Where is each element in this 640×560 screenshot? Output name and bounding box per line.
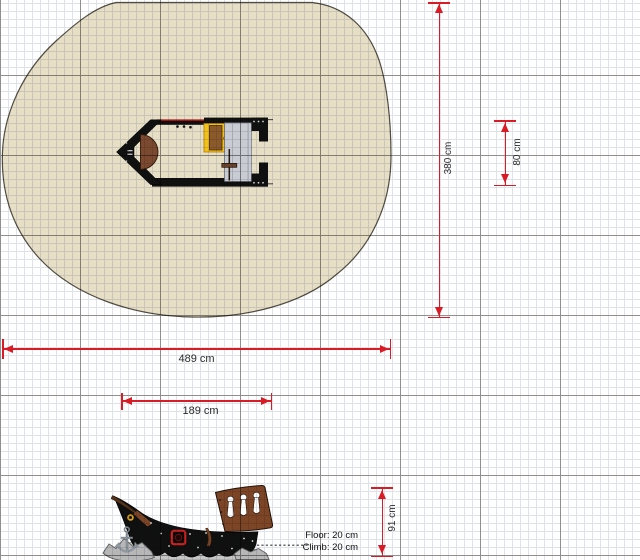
dim-cap <box>428 317 450 319</box>
dimension-zone-width: 489 cm <box>2 339 391 369</box>
plan-canvas: 489 cm 189 cm 380 cm 80 cm 91 cm Floor: … <box>0 0 640 560</box>
dimension-zone-height: 380 cm <box>428 2 450 318</box>
climb-height-label: Climb: 20 cm <box>292 542 358 553</box>
dimension-label: 489 cm <box>2 353 391 365</box>
dimension-platform-width: 80 cm <box>494 120 516 186</box>
floor-height-label: Floor: 20 cm <box>292 530 358 541</box>
dim-line <box>4 348 390 349</box>
mast-crossbar <box>222 163 237 167</box>
ship-side-view <box>103 485 311 560</box>
dimension-label: 380 cm <box>443 128 455 188</box>
arrow-down-icon <box>501 174 509 183</box>
dimension-ship-height: 91 cm <box>371 487 393 557</box>
porthole-glass <box>175 534 181 540</box>
arrow-up-icon <box>435 4 443 13</box>
arrow-up-icon <box>378 490 386 499</box>
arrow-down-icon <box>378 545 386 554</box>
arrow-left-icon <box>4 345 13 353</box>
plan-drawing <box>0 0 640 560</box>
dimension-label: 80 cm <box>512 122 524 182</box>
arrow-left-icon <box>123 397 132 405</box>
slide-bed <box>210 126 223 151</box>
dim-line <box>439 4 440 317</box>
dim-line <box>123 400 271 401</box>
dimension-label: 91 cm <box>387 488 399 548</box>
arrow-right-icon <box>261 397 270 405</box>
dim-cap <box>494 185 516 187</box>
dimension-ship-length: 189 cm <box>121 393 272 421</box>
dimension-label: 189 cm <box>121 405 280 417</box>
safety-zone <box>2 3 391 318</box>
arrow-up-icon <box>501 123 509 132</box>
rail-red-trim <box>157 119 204 121</box>
dim-cap <box>371 556 393 558</box>
arrow-down-icon <box>435 307 443 316</box>
arrow-right-icon <box>380 345 389 353</box>
